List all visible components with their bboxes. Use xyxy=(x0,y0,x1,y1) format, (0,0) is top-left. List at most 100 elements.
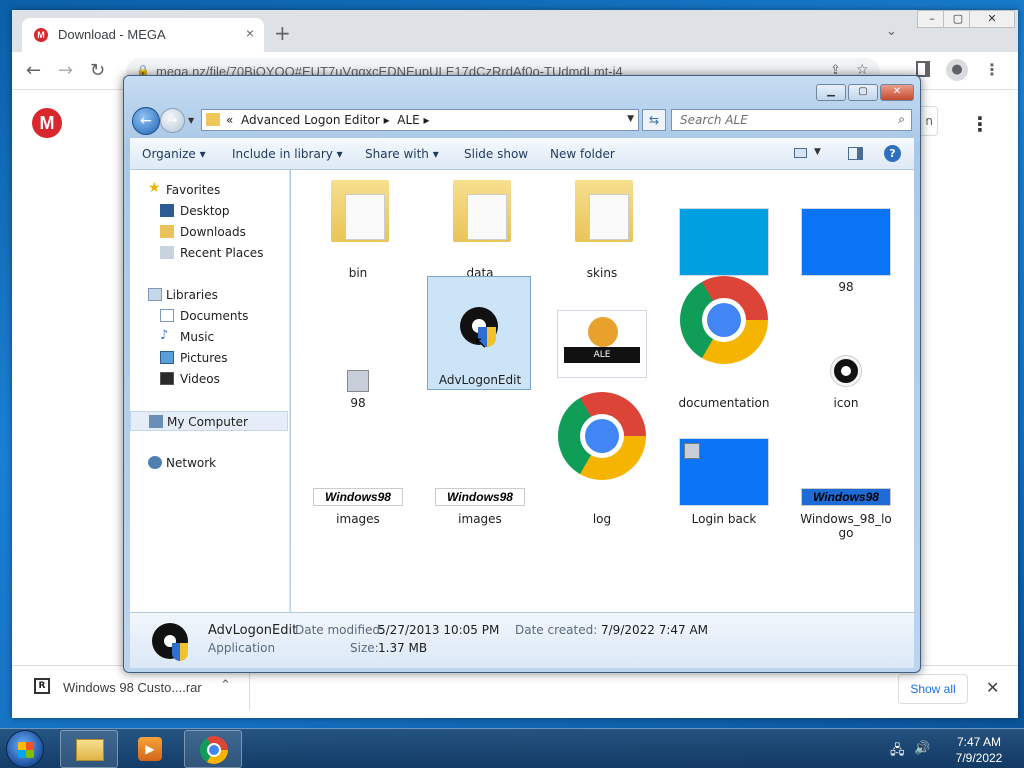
new-tab-button[interactable]: + xyxy=(274,23,291,43)
image-item[interactable]: 98 xyxy=(305,290,411,410)
nav-recent-places[interactable]: Recent Places xyxy=(130,243,288,263)
breadcrumb-item[interactable]: ALE xyxy=(397,113,419,127)
taskbar-media-player-button[interactable]: ▶ xyxy=(124,730,182,768)
system-tray: 🖧 🔊 7:47 AM 7/9/2022 xyxy=(856,729,1024,768)
new-folder-button[interactable]: New folder xyxy=(550,147,615,161)
nav-network[interactable]: Network xyxy=(130,453,288,473)
folder-item[interactable]: bin xyxy=(305,174,411,288)
image-item[interactable]: Login back xyxy=(671,406,777,526)
size-value: 1.37 MB xyxy=(378,641,428,655)
explorer-close-button[interactable]: ✕ xyxy=(880,84,914,101)
search-icon[interactable]: ⌕ xyxy=(898,112,905,127)
explorer-maximize-button[interactable]: ▢ xyxy=(848,84,878,101)
close-button[interactable]: ✕ xyxy=(969,10,1015,28)
network-tray-icon[interactable]: 🖧 xyxy=(890,741,905,763)
nav-libraries[interactable]: Libraries xyxy=(130,285,288,305)
chrome-icon xyxy=(558,392,646,480)
desktop-icon xyxy=(160,204,174,217)
nav-my-computer[interactable]: My Computer xyxy=(130,411,288,431)
browser-tab[interactable]: M Download - MEGA × xyxy=(22,18,264,52)
clock[interactable]: 7:47 AM 7/9/2022 xyxy=(944,734,1014,766)
breadcrumb-item[interactable]: Advanced Logon Editor xyxy=(241,113,380,127)
image-item[interactable]: Windows98 Windows_98_logo xyxy=(793,406,899,540)
show-all-button[interactable]: Show all xyxy=(898,674,968,704)
view-options-dropdown-icon[interactable]: ▼ xyxy=(814,147,821,157)
chrome-file-item[interactable]: documentation xyxy=(671,276,777,410)
recent-places-icon xyxy=(160,246,174,259)
item-label: images xyxy=(336,512,380,526)
back-button[interactable]: ← xyxy=(132,107,160,135)
folder-icon xyxy=(206,113,220,126)
item-label: skins xyxy=(586,266,618,280)
help-icon[interactable]: ? xyxy=(884,145,901,162)
tab-close-icon[interactable]: × xyxy=(246,25,254,41)
breadcrumb-overflow-icon[interactable]: « xyxy=(226,113,233,127)
nav-documents[interactable]: Documents xyxy=(130,306,288,326)
chrome-file-item[interactable]: log xyxy=(549,392,655,526)
tab-search-chevron-icon[interactable]: ⌄ xyxy=(886,24,897,39)
chrome-icon xyxy=(680,276,768,364)
forward-arrow-icon[interactable]: → xyxy=(58,60,73,81)
selected-app-item[interactable]: ↖ AdvLogonEdit xyxy=(427,276,531,390)
recent-pages-dropdown-icon[interactable]: ▼ xyxy=(188,116,194,125)
star-icon: ★ xyxy=(148,180,161,196)
nav-music[interactable]: ♪ Music xyxy=(130,327,288,347)
file-list: bin data skins 98 98 98 ↖ AdvLogonEdit xyxy=(291,170,914,612)
download-filename[interactable]: Windows 98 Custo....rar xyxy=(63,680,202,695)
nav-pictures[interactable]: Pictures xyxy=(130,348,288,368)
image-item[interactable]: Windows98 images xyxy=(305,406,411,526)
nav-downloads[interactable]: Downloads xyxy=(130,222,288,242)
nav-desktop[interactable]: Desktop xyxy=(130,201,288,221)
downloads-folder-icon xyxy=(160,225,174,238)
mega-logo[interactable]: M xyxy=(32,108,62,138)
clock-time: 7:47 AM xyxy=(956,735,1002,749)
forward-button[interactable]: → xyxy=(160,108,185,133)
image-item[interactable]: 98 xyxy=(671,174,777,294)
preview-pane-icon[interactable] xyxy=(848,147,863,160)
image-item[interactable]: ALE ale xyxy=(549,290,655,410)
refresh-button[interactable]: ⇆ xyxy=(642,109,666,131)
reload-icon[interactable]: ↻ xyxy=(90,60,105,81)
navigation-pane: ★ Favorites Desktop Downloads Recent Plac… xyxy=(130,170,290,612)
computer-icon xyxy=(347,370,369,392)
folder-item[interactable]: skins xyxy=(549,174,655,288)
music-icon: ♪ xyxy=(160,328,169,343)
explorer-minimize-button[interactable]: ▁ xyxy=(816,84,846,101)
folder-item[interactable]: data xyxy=(427,174,533,288)
address-bar[interactable]: « Advanced Logon Editor ▸ ALE ▸ ▼ xyxy=(201,109,639,131)
nav-favorites[interactable]: ★ Favorites xyxy=(130,180,288,200)
breadcrumb[interactable]: « Advanced Logon Editor ▸ ALE ▸ xyxy=(226,113,430,127)
taskbar-chrome-button[interactable] xyxy=(184,730,242,768)
start-button[interactable] xyxy=(6,730,44,768)
close-download-shelf-icon[interactable]: ✕ xyxy=(986,678,999,697)
address-dropdown-icon[interactable]: ▼ xyxy=(627,114,634,124)
download-options-chevron-icon[interactable]: ⌃ xyxy=(220,678,231,693)
command-bar: Organize ▾ Include in library ▾ Share wi… xyxy=(130,138,914,170)
nav-videos[interactable]: Videos xyxy=(130,369,288,389)
share-with-button[interactable]: Share with ▾ xyxy=(365,147,439,161)
item-label: bin xyxy=(348,266,368,280)
search-input[interactable]: Search ALE ⌕ xyxy=(671,109,912,131)
image-item[interactable]: Windows98 images xyxy=(427,406,533,526)
slide-show-button[interactable]: Slide show xyxy=(464,147,528,161)
taskbar-explorer-button[interactable] xyxy=(60,730,118,768)
image-item[interactable]: 98 xyxy=(793,174,899,294)
explorer-window: ▁ ▢ ✕ ← → ▼ « Advanced Logon Editor ▸ AL… xyxy=(123,75,921,673)
organize-button[interactable]: Organize ▾ xyxy=(142,147,206,161)
chrome-menu-icon[interactable]: ⋮ xyxy=(984,60,1000,79)
windows98-banner-thumbnail: Windows98 xyxy=(313,488,403,506)
back-arrow-icon[interactable]: ← xyxy=(26,60,41,81)
windows98-banner-thumbnail: Windows98 xyxy=(435,488,525,506)
rar-file-icon: R xyxy=(34,678,50,694)
pictures-icon xyxy=(160,351,174,364)
volume-icon[interactable]: 🔊 xyxy=(914,740,930,756)
profile-avatar-icon[interactable]: ● xyxy=(946,59,968,81)
chrome-icon xyxy=(200,736,228,764)
view-options-icon[interactable] xyxy=(794,148,807,158)
mega-menu-icon[interactable]: ⋮ xyxy=(970,112,990,136)
include-in-library-button[interactable]: Include in library ▾ xyxy=(232,147,343,161)
details-pane: AdvLogonEdit Application Date modified: … xyxy=(130,612,914,668)
side-panel-icon[interactable] xyxy=(916,61,930,77)
login-back-thumbnail xyxy=(679,438,769,506)
icon-item[interactable]: icon xyxy=(793,290,899,410)
